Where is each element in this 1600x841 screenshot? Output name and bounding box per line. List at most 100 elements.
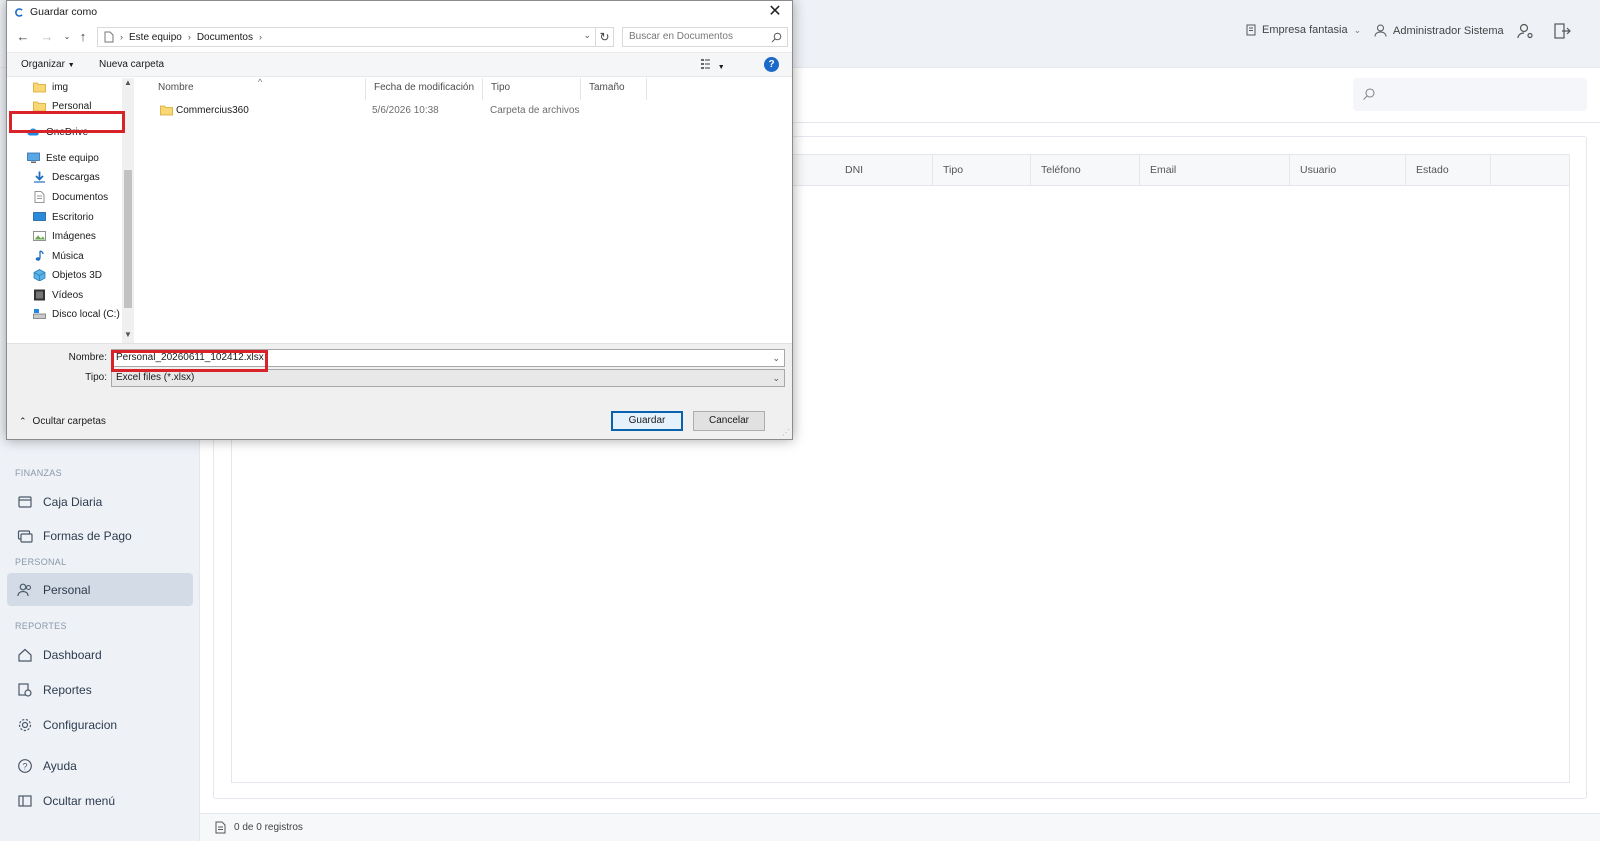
search-placeholder: Buscar en Documentos — [629, 31, 733, 42]
new-folder-button[interactable]: Nueva carpeta — [99, 59, 164, 70]
address-bar[interactable]: › Este equipo › Documentos › ⌄ — [97, 27, 596, 47]
dialog-title: Guardar como — [30, 6, 98, 18]
sidebar-item-personal[interactable]: Personal — [7, 573, 193, 606]
search-icon — [771, 32, 782, 43]
file-type: Carpeta de archivos — [490, 105, 580, 116]
sidebar-item-caja-diaria[interactable]: Caja Diaria — [7, 485, 193, 518]
home-icon — [18, 648, 32, 662]
column-header[interactable]: Teléfono — [1031, 155, 1140, 186]
sidebar-item-ayuda[interactable]: ? Ayuda — [7, 749, 193, 782]
chevron-down-icon[interactable]: ⌄ — [772, 370, 780, 386]
cancel-button[interactable]: Cancelar — [693, 411, 765, 431]
svg-text:?: ? — [22, 761, 27, 771]
payment-methods-icon — [17, 529, 33, 543]
record-count: 0 de 0 registros — [234, 822, 303, 833]
users-icon — [17, 583, 32, 596]
file-modified: 5/6/2026 10:38 — [372, 105, 439, 116]
tree-item-disco-local[interactable]: Disco local (C:) — [33, 305, 120, 323]
tree-item-descargas[interactable]: Descargas — [33, 168, 100, 186]
sidebar-item-ocultar-menu[interactable]: Ocultar menú — [7, 784, 193, 817]
collapse-menu-icon — [18, 794, 32, 807]
highlight-documentos — [9, 111, 125, 133]
filename-label: Nombre: — [68, 352, 107, 363]
scrollbar-thumb[interactable] — [124, 170, 132, 308]
tree-item-imagenes[interactable]: Imágenes — [33, 227, 96, 245]
tree-item-label: Disco local (C:) — [52, 308, 120, 320]
drive-icon — [33, 308, 46, 320]
logout-icon[interactable] — [1553, 22, 1571, 40]
breadcrumb-este-equipo[interactable]: Este equipo — [129, 32, 182, 43]
scroll-down-icon[interactable]: ▼ — [123, 330, 133, 342]
column-header[interactable]: Tipo — [933, 155, 1031, 186]
hide-folders-toggle[interactable]: ⌃ Ocultar carpetas — [19, 416, 106, 427]
column-header[interactable]: Usuario — [1290, 155, 1406, 186]
help-icon[interactable]: ? — [764, 57, 779, 72]
company-selector[interactable]: Empresa fantasia ⌄ — [1246, 24, 1361, 36]
folder-search-input[interactable]: Buscar en Documentos — [622, 27, 788, 47]
tree-item-documentos[interactable]: Documentos — [33, 188, 108, 206]
file-row[interactable]: Commercius360 5/6/2026 10:38 Carpeta de … — [142, 102, 792, 122]
search-input[interactable] — [1353, 78, 1587, 111]
user-menu[interactable]: Administrador Sistema — [1374, 24, 1504, 37]
refresh-icon[interactable]: ↻ — [596, 27, 614, 47]
sidebar-item-formas-de-pago[interactable]: Formas de Pago — [7, 519, 193, 552]
user-name: Administrador Sistema — [1393, 24, 1504, 37]
recent-locations-icon[interactable]: ⌄ — [59, 29, 75, 45]
sidebar-item-configuracion[interactable]: Configuracion — [7, 708, 193, 741]
chevron-up-icon: ⌃ — [19, 416, 27, 426]
help-icon: ? — [18, 758, 32, 773]
organize-button[interactable]: Organizar ▼ — [21, 59, 75, 70]
up-arrow-icon[interactable]: ↑ — [75, 29, 91, 45]
reports-icon — [18, 682, 32, 697]
tree-item-este-equipo[interactable]: Este equipo — [27, 149, 99, 167]
documents-icon — [33, 191, 46, 203]
sidebar-item-reportes[interactable]: Reportes — [7, 673, 193, 706]
column-header-size[interactable]: Tamaño — [581, 78, 647, 100]
column-header[interactable]: Email — [1140, 155, 1290, 186]
document-icon — [215, 821, 226, 834]
column-header[interactable]: DNI — [835, 155, 933, 186]
breadcrumb-documentos[interactable]: Documentos — [197, 32, 253, 43]
column-header-modified[interactable]: Fecha de modificación — [366, 78, 483, 100]
breadcrumb-separator-icon: › — [187, 32, 191, 42]
sidebar-item-dashboard[interactable]: Dashboard — [7, 638, 193, 671]
sidebar-item-label: Dashboard — [43, 647, 102, 662]
organize-label: Organizar — [21, 59, 65, 70]
desktop-icon — [33, 211, 46, 223]
resize-grip-icon[interactable]: ⋰ — [782, 428, 790, 437]
column-header[interactable]: Estado — [1406, 155, 1491, 186]
file-name: Commercius360 — [176, 105, 249, 116]
column-header-type[interactable]: Tipo — [483, 78, 581, 100]
tree-item-musica[interactable]: Música — [33, 247, 84, 265]
close-icon[interactable]: ✕ — [766, 3, 784, 21]
tree-item-escritorio[interactable]: Escritorio — [33, 208, 94, 226]
tree-item-label: Vídeos — [52, 289, 84, 301]
user-icon — [1374, 24, 1387, 37]
column-header-name[interactable]: Nombre ^ — [150, 77, 366, 100]
pictures-icon — [33, 230, 46, 242]
sidebar-item-label: Formas de Pago — [43, 528, 132, 543]
view-options-icon[interactable]: ▼ — [701, 59, 725, 72]
building-icon — [1246, 24, 1256, 36]
tree-item-img[interactable]: img — [33, 78, 68, 96]
chevron-down-icon[interactable]: ⌄ — [583, 30, 591, 41]
column-label: Nombre — [158, 82, 194, 93]
computer-icon — [27, 152, 40, 164]
back-arrow-icon[interactable]: ← — [15, 29, 31, 45]
sidebar-item-label: Configuracion — [43, 717, 118, 732]
save-button[interactable]: Guardar — [611, 411, 683, 431]
tree-item-videos[interactable]: Vídeos — [33, 286, 83, 304]
scroll-up-icon[interactable]: ▲ — [123, 78, 133, 90]
tree-item-objetos-3d[interactable]: Objetos 3D — [33, 266, 102, 284]
breadcrumb-separator-icon: › — [258, 32, 262, 42]
tree-item-label: img — [52, 81, 69, 93]
hide-folders-label: Ocultar carpetas — [32, 416, 106, 427]
tree-item-label: Personal — [52, 100, 92, 112]
user-settings-icon[interactable] — [1516, 22, 1534, 40]
filetype-value: Excel files (*.xlsx) — [116, 372, 195, 383]
cube-icon — [33, 269, 46, 282]
chevron-down-icon[interactable]: ⌄ — [772, 350, 780, 366]
forward-arrow-icon[interactable]: → — [39, 29, 55, 45]
save-as-dialog: Guardar como ✕ ← → ⌄ ↑ › Este equipo › D… — [6, 0, 793, 440]
dialog-titlebar[interactable]: Guardar como — [7, 1, 792, 23]
